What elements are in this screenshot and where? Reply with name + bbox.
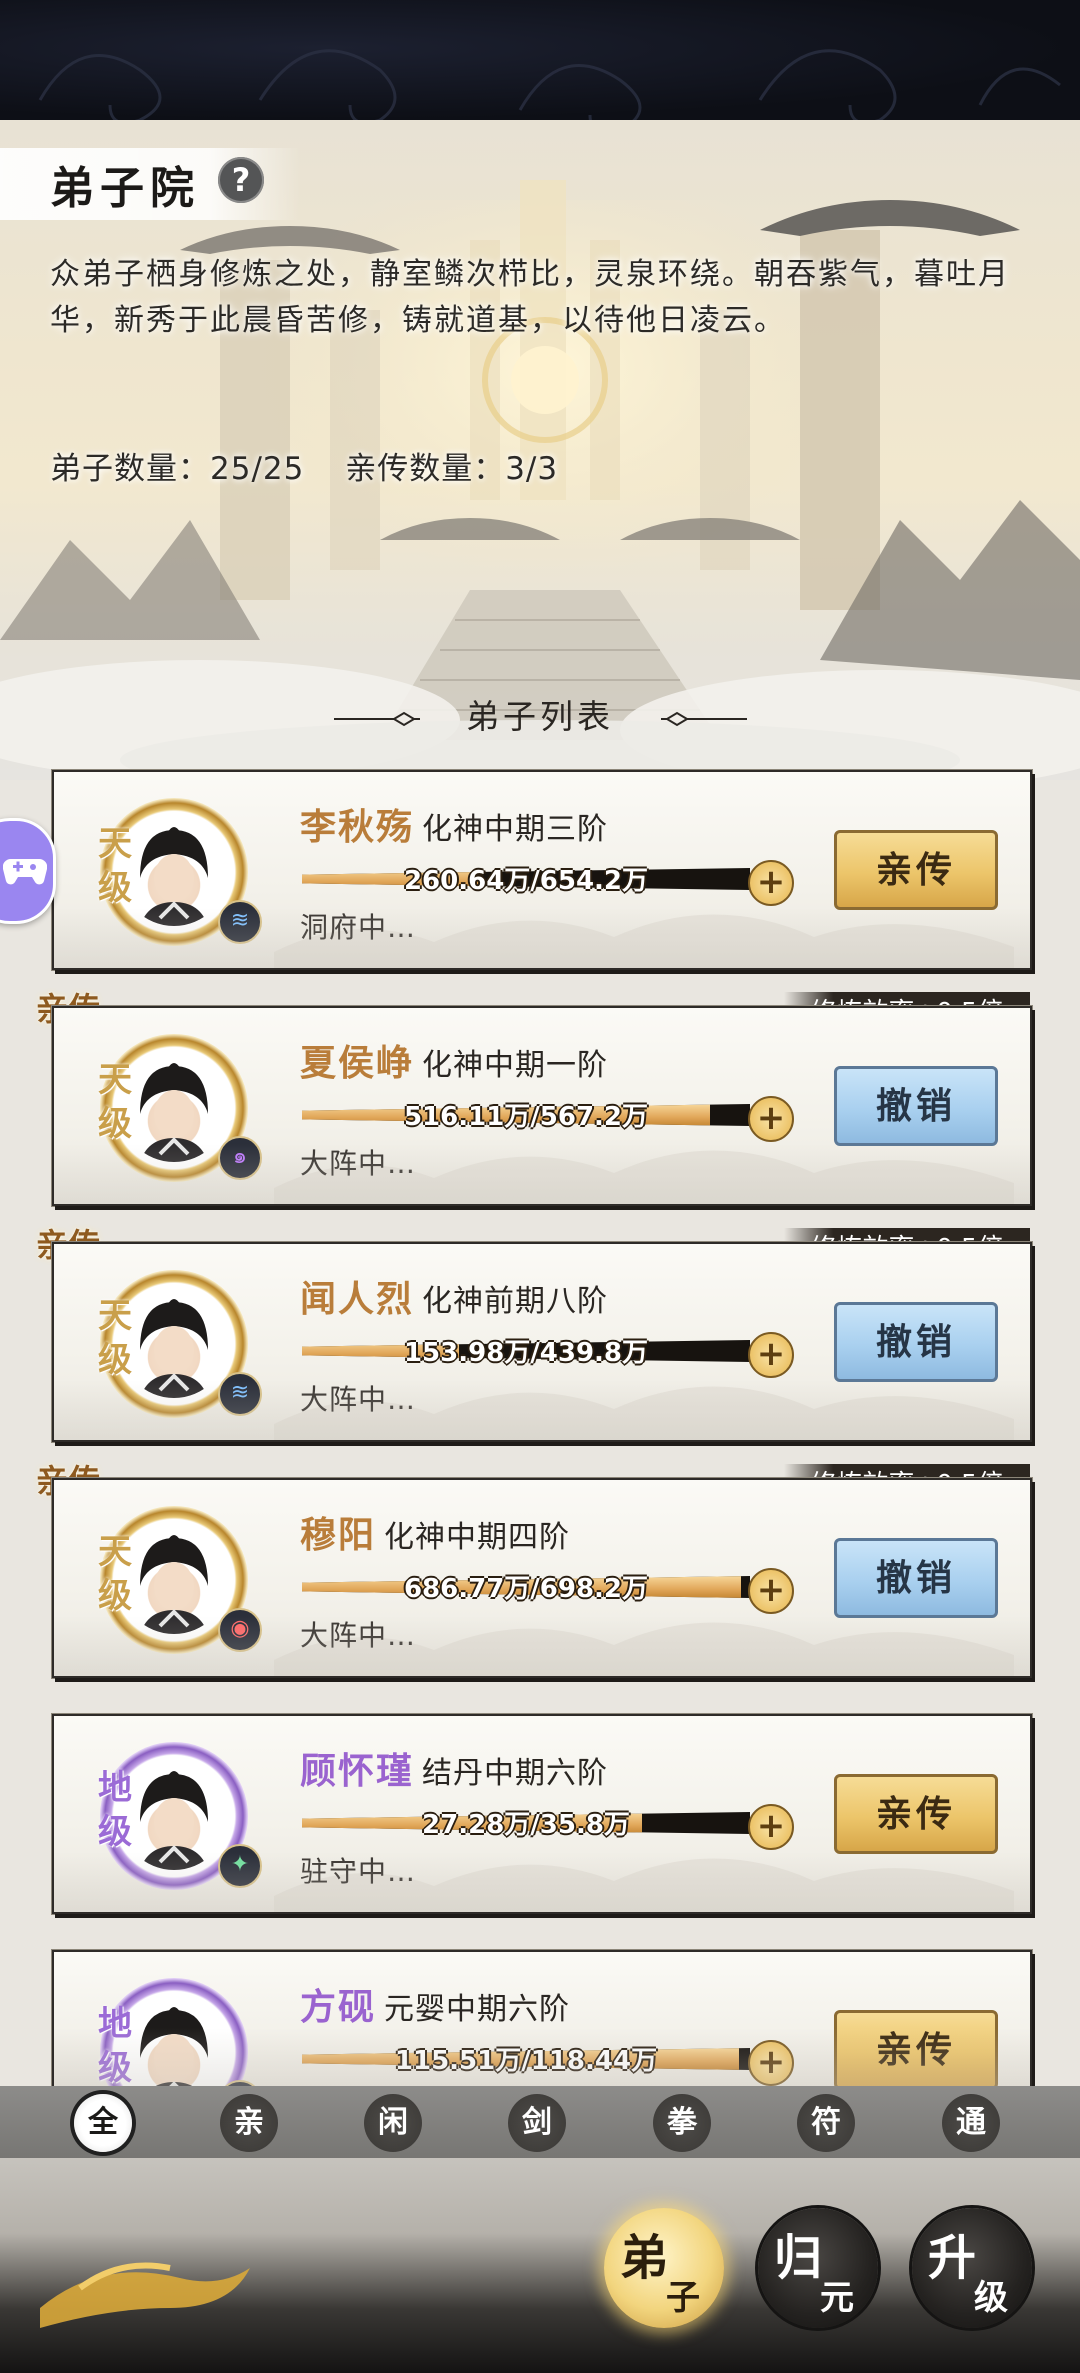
disciple-avatar[interactable] <box>100 1978 248 2088</box>
disciple-status: 大阵中… <box>300 1619 417 1652</box>
disciple-name-text: 穆阳 <box>300 1514 377 1556</box>
disciple-name-text: 夏侯峥 <box>300 1042 415 1084</box>
top-banner <box>0 0 1080 120</box>
disciple-card[interactable]: 地级 ✦ 顾怀瑾 结丹中期六阶 27.28万/35.8万 + 驻守中… 亲传 <box>52 1714 1032 1914</box>
grade-label: 天级 <box>98 1296 132 1380</box>
disciple-name-text: 顾怀瑾 <box>300 1750 415 1792</box>
cultivation-realm: 化神中期一阶 <box>422 1048 609 1083</box>
exp-value: 153.98万/439.8万 <box>403 1338 649 1368</box>
add-exp-button[interactable]: + <box>748 1568 794 1614</box>
cultivation-realm: 元婴中期六阶 <box>384 1992 571 2027</box>
disciple-card[interactable]: 天级 ๑ 夏侯峥 化神中期一阶 516.11万/567.2万 + 大阵中… 撤销 <box>52 1006 1032 1206</box>
filter-sword[interactable]: 剑 <box>508 2094 566 2152</box>
nav-disciple-button[interactable]: 弟 子 <box>604 2208 724 2328</box>
grade-label: 天级 <box>98 1532 132 1616</box>
revoke-button[interactable]: 撤销 <box>834 1538 998 1618</box>
grade-label: 天级 <box>98 1060 132 1144</box>
exp-progress-fill <box>302 2048 739 2070</box>
ornament-left-icon <box>333 711 420 727</box>
disciple-name: 方砚 元婴中期六阶 <box>300 1978 570 2030</box>
filter-direct[interactable]: 亲 <box>220 2094 278 2152</box>
exp-progress-bar <box>302 2048 750 2070</box>
cultivation-realm: 化神中期四阶 <box>384 1520 571 1555</box>
bottom-navigation: 弟 子 归 元 升 级 <box>0 2158 1080 2373</box>
disciple-card[interactable]: 天级 ◉ 穆阳 化神中期四阶 686.77万/698.2万 + 大阵中… 撤销 <box>52 1478 1032 1678</box>
grade-label: 天级 <box>98 824 132 908</box>
disciple-name: 顾怀瑾 结丹中期六阶 <box>300 1742 608 1794</box>
nav-upgrade-button[interactable]: 升 级 <box>912 2208 1032 2328</box>
disciple-name-text: 闻人烈 <box>300 1278 415 1320</box>
disciple-name: 夏侯峥 化神中期一阶 <box>300 1034 608 1086</box>
disciple-name: 穆阳 化神中期四阶 <box>300 1506 570 1558</box>
add-exp-button[interactable]: + <box>748 2040 794 2086</box>
disciple-name-text: 方砚 <box>300 1986 377 2028</box>
make-direct-button[interactable]: 亲传 <box>834 830 998 910</box>
grade-label: 地级 <box>98 2004 132 2088</box>
ornament-right-icon <box>660 711 747 727</box>
filter-talisman[interactable]: 符 <box>797 2094 855 2152</box>
poison-icon: ๑ <box>218 1136 262 1180</box>
cloud-pattern-decoration <box>38 49 1061 120</box>
gamepad-icon <box>3 858 47 885</box>
filter-idle[interactable]: 闲 <box>364 2094 422 2152</box>
water-icon: ≋ <box>218 900 262 944</box>
revoke-button[interactable]: 撤销 <box>834 1302 998 1382</box>
exp-value: 516.11万/567.2万 <box>403 1102 649 1132</box>
filter-all[interactable]: 全 <box>74 2094 132 2152</box>
disciple-name-text: 李秋殇 <box>300 806 415 848</box>
golden-cloud-decoration <box>40 2262 250 2328</box>
grade-label: 地级 <box>98 1768 132 1852</box>
cultivation-realm: 化神前期八阶 <box>422 1284 609 1319</box>
nav-return-button[interactable]: 归 元 <box>758 2208 878 2328</box>
disciple-card[interactable]: 天级 ≋ 李秋殇 化神中期三阶 260.64万/654.2万 + 洞府中… 亲传 <box>52 770 1032 970</box>
disciple-status: 大阵中… <box>300 1147 417 1180</box>
exp-value: 686.77万/698.2万 <box>403 1574 649 1604</box>
make-direct-button[interactable]: 亲传 <box>834 1774 998 1854</box>
add-exp-button[interactable]: + <box>748 1096 794 1142</box>
make-direct-button[interactable]: 亲传 <box>834 2010 998 2088</box>
description-text: 众弟子栖身修炼之处，静室鳞次栉比，灵泉环绕。朝吞紫气，暮吐月华，新秀于此晨昏苦修… <box>50 257 1010 338</box>
cultivation-realm: 化神中期三阶 <box>422 812 609 847</box>
filter-general[interactable]: 通 <box>942 2094 1000 2152</box>
direct-disciple-count: 亲传数量：3/3 <box>345 451 559 487</box>
mist-decoration <box>274 2052 1014 2090</box>
disciple-count: 弟子数量：25/25 <box>50 451 305 487</box>
filter-fist[interactable]: 拳 <box>653 2094 711 2152</box>
exp-value: 260.64万/654.2万 <box>403 866 649 896</box>
count-summary: 弟子数量：25/25 亲传数量：3/3 <box>50 443 588 488</box>
help-icon[interactable]: ? <box>218 157 264 203</box>
wind-icon: ✦ <box>218 1844 262 1888</box>
disciple-status: 大阵中… <box>300 1383 417 1416</box>
disciple-status: 驻守中… <box>300 1855 417 1888</box>
disciple-card[interactable]: 天级 ≋ 闻人烈 化神前期八阶 153.98万/439.8万 + 大阵中… 撤销 <box>52 1242 1032 1442</box>
cultivation-realm: 结丹中期六阶 <box>422 1756 609 1791</box>
revoke-button[interactable]: 撤销 <box>834 1066 998 1146</box>
water-icon: ≋ <box>218 1372 262 1416</box>
add-exp-button[interactable]: + <box>748 860 794 906</box>
filter-bar: 全 亲 闲 剑 拳 符 通 <box>0 2086 1080 2158</box>
fire-icon: ◉ <box>218 1608 262 1652</box>
exp-value: 115.51万/118.44万 <box>394 2046 658 2076</box>
disciple-status: 洞府中… <box>300 911 417 944</box>
list-heading: 弟子列表 <box>0 690 1080 738</box>
floating-game-button[interactable] <box>0 818 56 924</box>
disciple-name: 李秋殇 化神中期三阶 <box>300 798 608 850</box>
exp-value: 27.28万/35.8万 <box>422 1810 630 1840</box>
disciple-name: 闻人烈 化神前期八阶 <box>300 1270 608 1322</box>
list-heading-label: 弟子列表 <box>466 697 614 736</box>
add-exp-button[interactable]: + <box>748 1804 794 1850</box>
add-exp-button[interactable]: + <box>748 1332 794 1378</box>
disciple-card[interactable]: 地级≋方砚元婴中期六阶115.51万/118.44万+亲传 <box>52 1950 1032 2090</box>
page-title: 弟子院 <box>50 163 200 214</box>
